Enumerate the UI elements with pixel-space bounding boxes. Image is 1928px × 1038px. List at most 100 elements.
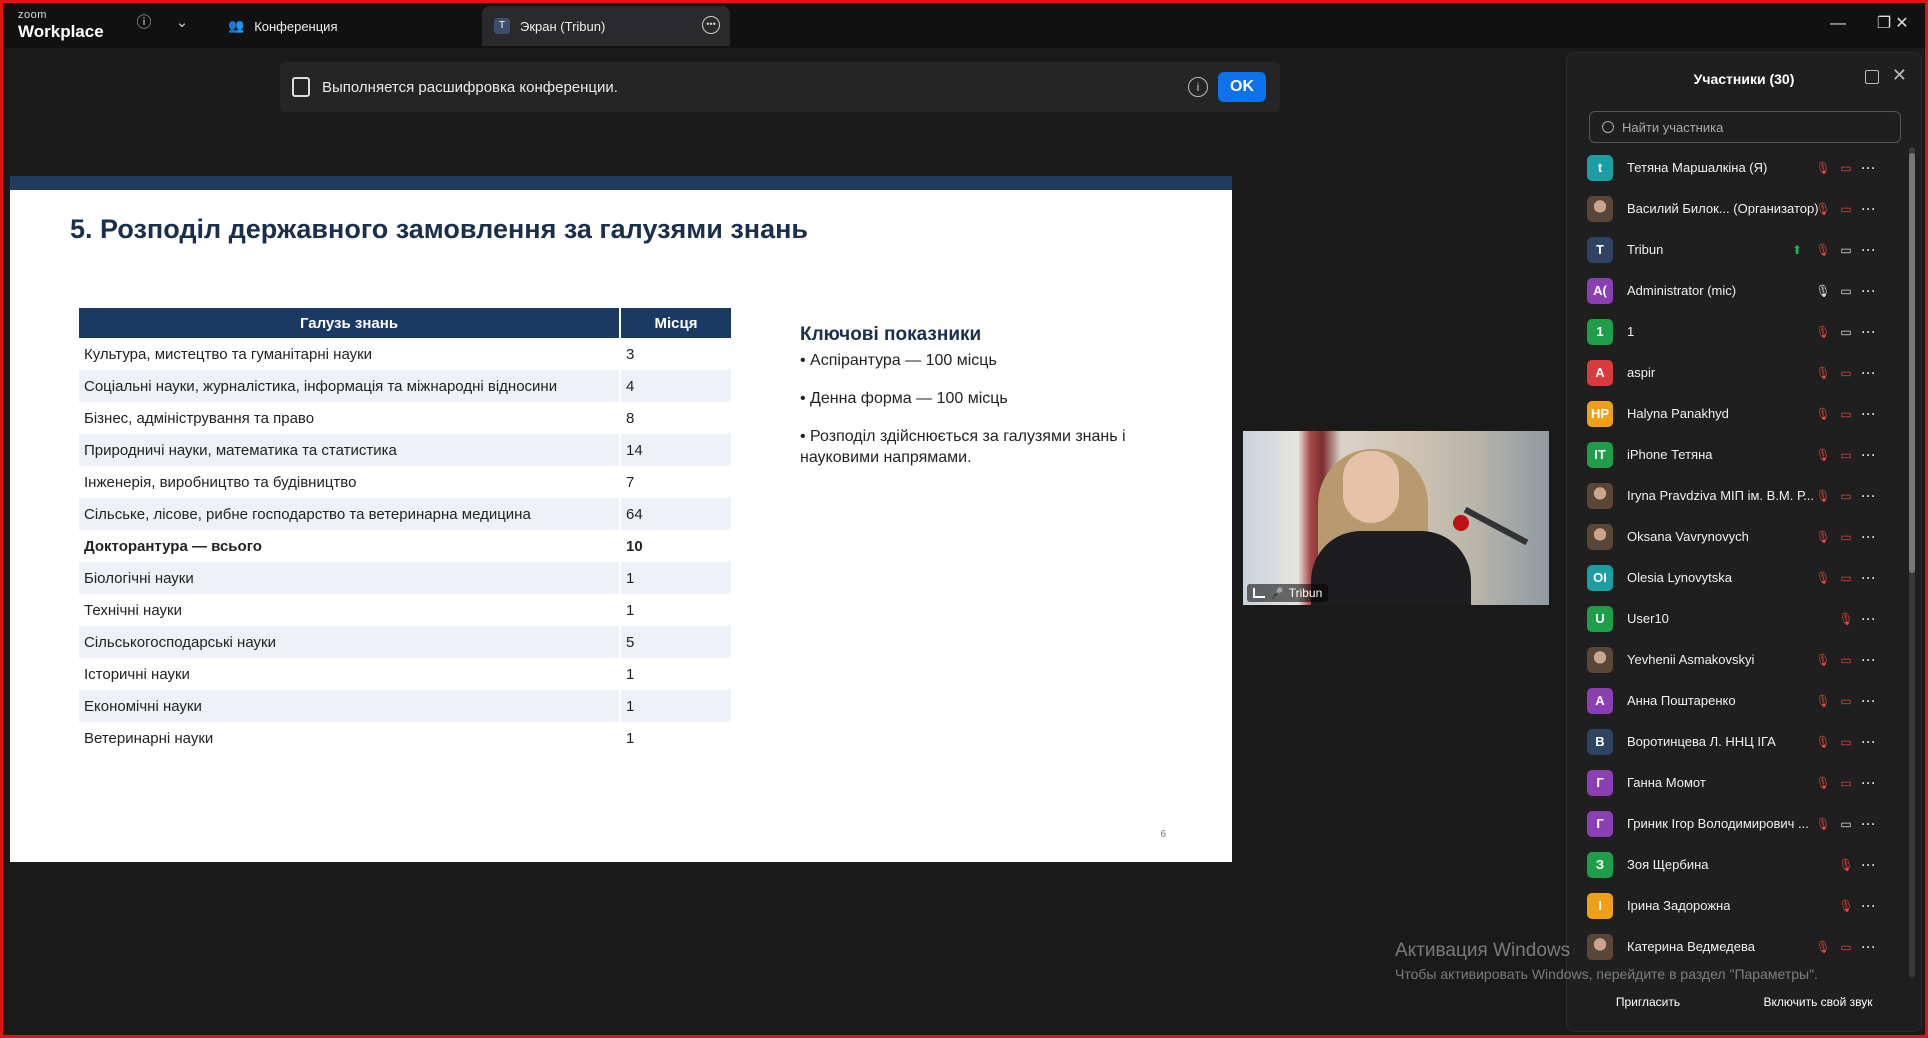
camera-off-icon[interactable]: ▭ xyxy=(1838,489,1854,503)
mic-muted-icon[interactable]: 🎙 xyxy=(1815,735,1831,749)
mic-muted-icon[interactable]: 🎙 xyxy=(1815,489,1831,503)
participant-row[interactable]: A(Administrator (mic) 🎙 ▭ ··· xyxy=(1567,270,1907,311)
camera-off-icon[interactable]: ▭ xyxy=(1838,530,1854,544)
more-options-icon[interactable]: ··· xyxy=(1861,243,1877,257)
camera-icon[interactable]: ▭ xyxy=(1838,284,1854,298)
mic-muted-icon[interactable]: 🎙 xyxy=(1815,817,1831,831)
more-options-icon[interactable]: ··· xyxy=(1861,571,1877,585)
camera-off-icon[interactable]: ▭ xyxy=(1838,448,1854,462)
more-options-icon[interactable]: ••• xyxy=(702,16,720,34)
participant-row[interactable]: І Ірина Задорожна 🎙 ··· xyxy=(1567,885,1907,926)
avatar: OI xyxy=(1587,564,1613,591)
avatar: B xyxy=(1587,728,1613,755)
more-options-icon[interactable]: ··· xyxy=(1861,161,1877,175)
more-options-icon[interactable]: ··· xyxy=(1861,899,1877,913)
more-options-icon[interactable]: ··· xyxy=(1861,448,1877,462)
mic-muted-icon[interactable]: 🎙 xyxy=(1838,858,1854,872)
banner-ok-button[interactable]: OK xyxy=(1218,72,1266,102)
mic-muted-icon[interactable]: 🎙 xyxy=(1815,448,1831,462)
camera-icon[interactable]: ▭ xyxy=(1838,817,1854,831)
banner-info-icon[interactable]: i xyxy=(1188,77,1208,97)
more-options-icon[interactable]: ··· xyxy=(1861,407,1877,421)
more-options-icon[interactable]: ··· xyxy=(1861,325,1877,339)
camera-off-icon[interactable]: ▭ xyxy=(1838,161,1854,175)
mic-muted-icon[interactable]: 🎙 xyxy=(1815,653,1831,667)
video-tile[interactable]: 🎤 Tribun xyxy=(1243,431,1549,605)
participant-row[interactable]: Г Гриник Ігор Володимирович ... 🎙 ▭ ··· xyxy=(1567,803,1907,844)
unmute-me-button[interactable]: Включить свой звук xyxy=(1743,987,1893,1017)
mic-muted-icon[interactable]: 🎙 xyxy=(1815,243,1831,257)
camera-off-icon[interactable]: ▭ xyxy=(1838,571,1854,585)
participant-row[interactable]: HP Halyna Panakhyd 🎙 ▭ ··· xyxy=(1567,393,1907,434)
mic-muted-icon[interactable]: 🎙 xyxy=(1815,366,1831,380)
camera-icon[interactable]: ▭ xyxy=(1838,243,1854,257)
mic-muted-icon[interactable]: 🎙 xyxy=(1838,612,1854,626)
video-name: Tribun xyxy=(1288,586,1323,600)
participant-row[interactable]: Aaspir 🎙 ▭ ··· xyxy=(1567,352,1907,393)
participant-search[interactable] xyxy=(1589,111,1901,143)
more-options-icon[interactable]: ··· xyxy=(1861,858,1877,872)
screen-share-icon: ⬆ xyxy=(1791,242,1803,257)
more-options-icon[interactable]: ··· xyxy=(1861,776,1877,790)
mic-muted-icon[interactable]: 🎙 xyxy=(1815,571,1831,585)
camera-off-icon[interactable]: ▭ xyxy=(1838,735,1854,749)
tab-meeting[interactable]: 👥 Конференция xyxy=(218,6,468,46)
info-icon[interactable]: ⓘ xyxy=(134,13,154,33)
more-options-icon[interactable]: ··· xyxy=(1861,735,1877,749)
mic-icon[interactable]: 🎙 xyxy=(1815,284,1831,298)
camera-off-icon[interactable]: ▭ xyxy=(1838,653,1854,667)
more-options-icon[interactable]: ··· xyxy=(1861,653,1877,667)
more-options-icon[interactable]: ··· xyxy=(1861,817,1877,831)
participant-row[interactable]: B Воротинцева Л. ННЦ ІГА 🎙 ▭ ··· xyxy=(1567,721,1907,762)
participant-row[interactable]: З Зоя Щербина 🎙 ··· xyxy=(1567,844,1907,885)
participant-row[interactable]: Г Ганна Момот 🎙 ▭ ··· xyxy=(1567,762,1907,803)
scrollbar-thumb[interactable] xyxy=(1909,153,1915,573)
mic-muted-icon[interactable]: 🎙 xyxy=(1815,407,1831,421)
participant-name: Olesia Lynovytska xyxy=(1627,570,1733,585)
more-options-icon[interactable]: ··· xyxy=(1861,694,1877,708)
more-options-icon[interactable]: ··· xyxy=(1861,612,1877,626)
invite-button[interactable]: Пригласить xyxy=(1595,987,1701,1017)
more-options-icon[interactable]: ··· xyxy=(1861,530,1877,544)
camera-off-icon[interactable]: ▭ xyxy=(1838,940,1854,954)
popout-icon[interactable] xyxy=(1865,70,1879,84)
more-options-icon[interactable]: ··· xyxy=(1861,940,1877,954)
more-options-icon[interactable]: ··· xyxy=(1861,284,1877,298)
participant-row[interactable]: Василий Билок... (Организатор) 🎙 ▭ ··· xyxy=(1567,188,1907,229)
participant-row[interactable]: Oksana Vavrynovych 🎙 ▭ ··· xyxy=(1567,516,1907,557)
windows-activation-watermark: Активация Windows Чтобы активировать Win… xyxy=(1395,940,1818,982)
camera-off-icon[interactable]: ▭ xyxy=(1838,776,1854,790)
mic-muted-icon[interactable]: 🎙 xyxy=(1815,530,1831,544)
mic-muted-icon[interactable]: 🎙 xyxy=(1838,899,1854,913)
participant-row[interactable]: IT iPhone Тетяна 🎙 ▭ ··· xyxy=(1567,434,1907,475)
participant-row[interactable]: 1 1 🎙 ▭ ··· xyxy=(1567,311,1907,352)
participant-row[interactable]: Yevhenii Asmakovskyi 🎙 ▭ ··· xyxy=(1567,639,1907,680)
participant-search-input[interactable] xyxy=(1620,118,1894,136)
camera-icon[interactable]: ▭ xyxy=(1838,325,1854,339)
camera-off-icon[interactable]: ▭ xyxy=(1838,366,1854,380)
minimize-button[interactable]: — xyxy=(1826,12,1850,36)
more-options-icon[interactable]: ··· xyxy=(1861,489,1877,503)
close-icon[interactable]: ✕ xyxy=(1892,65,1907,86)
camera-off-icon[interactable]: ▭ xyxy=(1838,202,1854,216)
table-row: Біологічні науки 1 xyxy=(79,562,731,594)
mic-muted-icon[interactable]: 🎙 xyxy=(1815,161,1831,175)
mic-muted-icon[interactable]: 🎙 xyxy=(1815,202,1831,216)
tab-screen-share[interactable]: T Экран (Tribun) ••• xyxy=(482,6,730,46)
chevron-down-icon[interactable]: ⌄ xyxy=(172,13,192,33)
camera-off-icon[interactable]: ▭ xyxy=(1838,407,1854,421)
mic-muted-icon[interactable]: 🎙 xyxy=(1815,694,1831,708)
participant-row[interactable]: t Тетяна Маршалкіна (Я) 🎙 ▭ ··· xyxy=(1567,147,1907,188)
mic-muted-icon[interactable]: 🎙 xyxy=(1815,776,1831,790)
participant-row[interactable]: Iryna Pravdziva МІП ім. В.М. Р... 🎙 ▭ ··· xyxy=(1567,475,1907,516)
more-options-icon[interactable]: ··· xyxy=(1861,366,1877,380)
participant-row[interactable]: OI Olesia Lynovytska 🎙 ▭ ··· xyxy=(1567,557,1907,598)
more-options-icon[interactable]: ··· xyxy=(1861,202,1877,216)
participant-row[interactable]: T Tribun ⬆ 🎙 ▭ ··· xyxy=(1567,229,1907,270)
participant-row[interactable]: U User10 🎙 ··· xyxy=(1567,598,1907,639)
mic-muted-icon[interactable]: 🎙 xyxy=(1815,325,1831,339)
camera-off-icon[interactable]: ▭ xyxy=(1838,694,1854,708)
participant-row[interactable]: A Анна Поштаренко 🎙 ▭ ··· xyxy=(1567,680,1907,721)
close-button[interactable]: ✕ xyxy=(1890,12,1914,36)
table-header-places: Місця xyxy=(620,308,731,338)
